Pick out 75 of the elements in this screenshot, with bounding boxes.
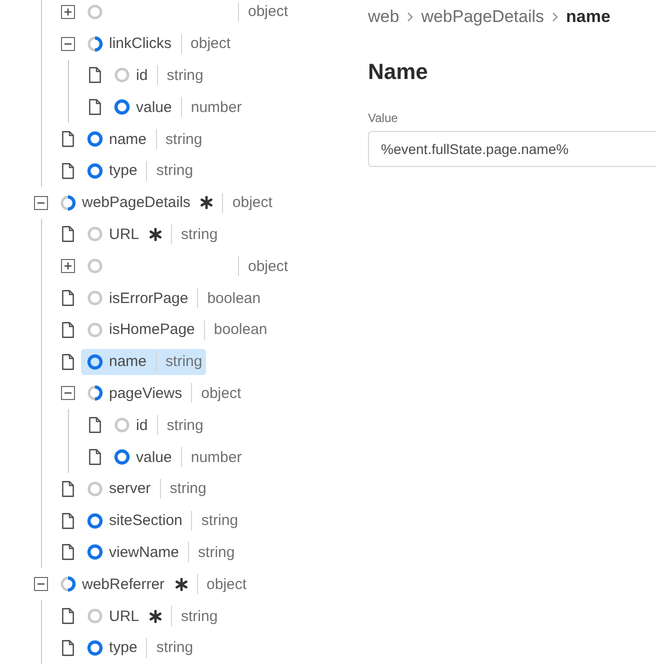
field-type: string <box>156 162 194 180</box>
field-name: id <box>136 66 148 84</box>
field-name: isErrorPage <box>109 290 188 307</box>
tree-item[interactable]: pageViews object <box>81 380 246 406</box>
tree-item[interactable]: value number <box>108 94 246 120</box>
field-type: string <box>166 416 204 434</box>
field-name: viewName <box>109 544 180 561</box>
field-type: string <box>166 66 204 84</box>
field-type: object <box>206 576 247 593</box>
field-type: number <box>190 98 242 116</box>
field-type: object <box>190 35 231 52</box>
tree-item[interactable]: name string <box>81 348 206 375</box>
collapse-icon[interactable] <box>34 577 48 592</box>
field-type: string <box>170 480 206 498</box>
tree-item[interactable]: webReferrer object <box>54 571 251 598</box>
field-name: siteSection <box>109 512 182 530</box>
tree-item[interactable]: object <box>81 253 292 280</box>
panel-title: Name <box>368 59 429 85</box>
breadcrumb-link[interactable]: webPageDetails <box>421 7 544 27</box>
expand-icon[interactable] <box>61 4 75 19</box>
tree-item[interactable]: isHomePage boolean <box>81 316 272 343</box>
field-name: URL <box>109 608 140 625</box>
field-type: string <box>166 353 202 370</box>
tree-item[interactable]: siteSection string <box>81 508 242 534</box>
tree-item[interactable]: webPageDetails object <box>54 190 276 216</box>
tree-item[interactable]: id string <box>108 412 208 438</box>
collapse-icon[interactable] <box>34 196 48 210</box>
field-name: value <box>136 98 172 116</box>
field-name: server <box>109 480 151 498</box>
tree-item[interactable]: server string <box>81 476 210 502</box>
field-type: object <box>248 3 288 20</box>
field-name: linkClicks <box>109 35 172 52</box>
field-type: object <box>248 258 288 275</box>
value-field[interactable]: %event.fullState.page.name% <box>368 131 656 167</box>
field-type: boolean <box>214 321 268 338</box>
chevron-right-icon <box>407 12 414 22</box>
tree-item[interactable]: linkClicks object <box>81 30 235 57</box>
tree-item[interactable]: type string <box>81 634 198 661</box>
tree-item[interactable]: URL string <box>81 221 222 248</box>
expand-icon[interactable] <box>61 259 75 274</box>
field-type: string <box>198 544 235 561</box>
tree-item[interactable]: isErrorPage boolean <box>81 285 265 312</box>
field-type: boolean <box>207 290 261 307</box>
breadcrumb-link[interactable]: name <box>566 7 610 27</box>
field-name: type <box>109 639 138 656</box>
tree-item[interactable]: object <box>81 0 292 25</box>
field-type: string <box>156 639 194 656</box>
field-type: object <box>201 384 242 402</box>
tree-item[interactable]: id string <box>108 62 208 88</box>
breadcrumb-link[interactable]: web <box>368 7 400 27</box>
chevron-right-icon <box>552 12 558 22</box>
field-name: id <box>136 416 148 434</box>
field-type: string <box>201 512 238 530</box>
tree-item[interactable]: value number <box>108 444 246 470</box>
field-type: number <box>190 448 242 466</box>
collapse-icon[interactable] <box>61 386 75 400</box>
field-name: isHomePage <box>109 321 195 338</box>
collapse-icon[interactable] <box>61 36 75 51</box>
field-name: type <box>109 162 138 180</box>
field-type: string <box>166 130 202 148</box>
field-type: string <box>181 226 218 243</box>
field-type: object <box>232 194 272 212</box>
field-name: name <box>109 130 147 148</box>
field-name: webReferrer <box>82 576 165 593</box>
tree-item[interactable]: name string <box>81 126 206 152</box>
field-name: webPageDetails <box>82 194 190 212</box>
tree-item[interactable]: type string <box>81 158 198 184</box>
field-label: Value <box>368 111 399 125</box>
field-type: string <box>181 608 218 625</box>
field-name: URL <box>109 226 140 243</box>
tree-item[interactable]: URL string <box>81 603 222 630</box>
field-name: value <box>136 448 172 466</box>
tree-item[interactable]: viewName string <box>81 539 239 566</box>
field-name: name <box>109 353 147 370</box>
field-name: pageViews <box>109 384 182 402</box>
